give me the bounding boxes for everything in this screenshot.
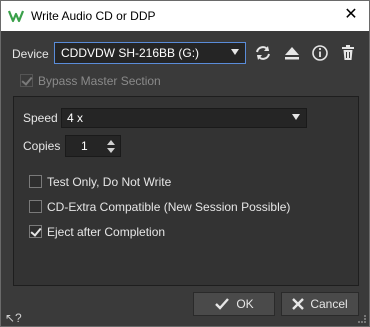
- speed-label: Speed: [23, 111, 58, 125]
- eject-after-label: Eject after Completion: [47, 225, 166, 239]
- title-bar: Write Audio CD or DDP ✕: [1, 1, 369, 31]
- whats-this-help-icon[interactable]: ↖?: [5, 311, 22, 325]
- chevron-down-icon: [292, 114, 300, 120]
- dialog-window: Write Audio CD or DDP ✕ Device CDDVDW SH…: [0, 0, 370, 327]
- test-only-checkbox[interactable]: [29, 175, 42, 188]
- chevron-down-icon: [231, 49, 239, 55]
- stepper-up-icon[interactable]: [107, 140, 115, 145]
- copies-value: 1: [81, 139, 88, 153]
- copies-stepper[interactable]: 1: [65, 135, 121, 157]
- checkmark-icon: [215, 298, 230, 310]
- bypass-master-label: Bypass Master Section: [38, 74, 161, 88]
- info-icon[interactable]: [309, 43, 331, 63]
- device-label: Device: [12, 47, 49, 61]
- window-title: Write Audio CD or DDP: [31, 9, 156, 23]
- ok-label: OK: [236, 297, 254, 311]
- device-select[interactable]: CDDVDW SH-216BB (G:): [54, 42, 246, 64]
- eject-after-checkbox[interactable]: [29, 225, 42, 238]
- cancel-button[interactable]: Cancel: [281, 292, 359, 316]
- eject-icon[interactable]: [281, 43, 303, 63]
- cancel-x-icon: [292, 298, 305, 310]
- trash-icon[interactable]: [337, 43, 359, 63]
- cd-extra-checkbox[interactable]: [29, 200, 42, 213]
- bypass-master-checkbox[interactable]: [20, 74, 33, 87]
- cancel-label: Cancel: [310, 297, 348, 311]
- ok-button[interactable]: OK: [193, 292, 275, 316]
- close-icon[interactable]: ✕: [341, 5, 361, 25]
- test-only-label: Test Only, Do Not Write: [47, 175, 172, 189]
- cd-extra-label: CD-Extra Compatible (New Session Possibl…: [47, 200, 291, 214]
- stepper-down-icon[interactable]: [107, 148, 115, 153]
- resize-grip-icon[interactable]: [358, 315, 366, 323]
- wavelab-app-icon: [8, 10, 24, 23]
- refresh-icon[interactable]: [252, 43, 274, 63]
- device-value: CDDVDW SH-216BB (G:): [61, 46, 200, 60]
- speed-value: 4 x: [67, 111, 84, 125]
- speed-select[interactable]: 4 x: [61, 108, 307, 128]
- copies-label: Copies: [23, 139, 61, 153]
